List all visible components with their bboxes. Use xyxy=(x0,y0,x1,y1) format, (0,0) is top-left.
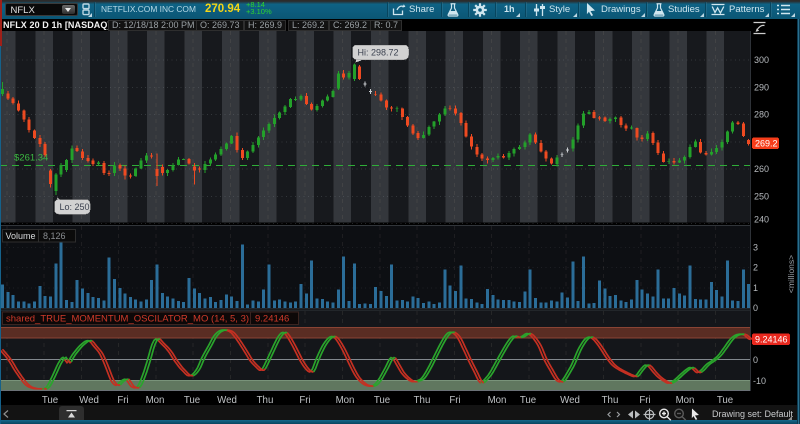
svg-text:0: 0 xyxy=(753,355,758,365)
svg-text:240: 240 xyxy=(754,215,769,225)
svg-text:-10: -10 xyxy=(753,376,766,386)
svg-text:290: 290 xyxy=(754,82,769,92)
svg-text:Lo: 250: Lo: 250 xyxy=(60,202,90,212)
svg-text:Hi: 298.72: Hi: 298.72 xyxy=(358,47,399,57)
svg-text:<millions>: <millions> xyxy=(786,255,796,293)
svg-text:269.2: 269.2 xyxy=(755,139,778,149)
svg-text:260: 260 xyxy=(754,164,769,174)
svg-text:9.24146: 9.24146 xyxy=(755,335,788,345)
svg-text:1: 1 xyxy=(753,283,758,293)
svg-text:8,126: 8,126 xyxy=(43,231,66,241)
svg-text:2: 2 xyxy=(753,263,758,273)
svg-text:3: 3 xyxy=(753,242,758,252)
svg-text:280: 280 xyxy=(754,110,769,120)
svg-text:300: 300 xyxy=(754,55,769,65)
svg-text:0: 0 xyxy=(753,303,758,313)
svg-text:250: 250 xyxy=(754,191,769,201)
svg-text:9.24146: 9.24146 xyxy=(255,314,289,325)
svg-text:shared_TRUE_MOMENTUM_OSCILATOR: shared_TRUE_MOMENTUM_OSCILATOR_MO (14, 5… xyxy=(6,314,249,325)
svg-text:Volume: Volume xyxy=(6,231,36,241)
svg-text:$261.34: $261.34 xyxy=(14,152,48,163)
